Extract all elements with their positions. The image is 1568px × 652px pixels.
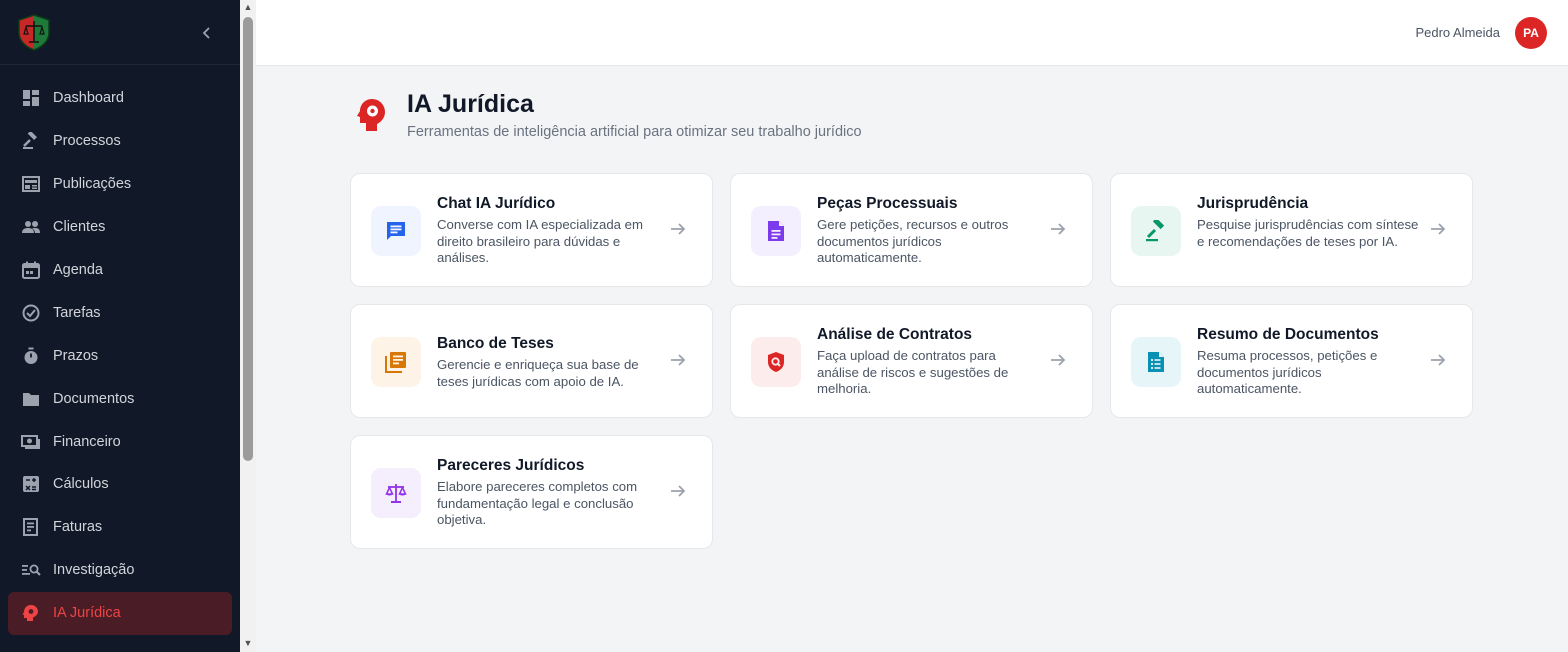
library-books-icon	[371, 337, 421, 387]
sidebar-item-agenda[interactable]: Agenda	[8, 249, 232, 292]
sidebar-item-label: Prazos	[53, 347, 99, 364]
sidebar-item-clientes[interactable]: Clientes	[8, 206, 232, 249]
page-subtitle: Ferramentas de inteligência artificial p…	[407, 124, 862, 140]
card-description: Faça upload de contratos para análise de…	[817, 348, 1009, 396]
gavel-icon	[1131, 206, 1181, 256]
sidebar-item-financeiro[interactable]: Financeiro	[8, 420, 232, 463]
sidebar-item-label: IA Jurídica	[53, 605, 121, 622]
sidebar-item-label: Faturas	[53, 519, 103, 536]
card-description: Resuma processos, petições e documentos …	[1197, 348, 1378, 396]
card-title: Banco de Teses	[437, 335, 554, 352]
sidebar-item-tarefas[interactable]: Tarefas	[8, 291, 232, 334]
arrow-right-icon	[668, 219, 690, 241]
shield-search-icon	[751, 337, 801, 387]
card-description: Pesquise jurisprudências com síntese e r…	[1197, 217, 1419, 249]
scrollbar-thumb[interactable]	[243, 17, 253, 461]
card-title: Peças Processuais	[817, 195, 958, 212]
summarize-icon	[1131, 337, 1181, 387]
sidebar-nav: Dashboard Processos Publicações Clientes…	[8, 77, 232, 635]
top-bar: Pedro Almeida PA	[256, 0, 1568, 66]
card-description: Elabore pareceres completos com fundamen…	[437, 479, 638, 527]
sidebar-item-label: Tarefas	[53, 304, 101, 321]
sidebar-item-label: Clientes	[53, 219, 106, 236]
card-title: Chat IA Jurídico	[437, 195, 556, 212]
scale-icon	[371, 468, 421, 518]
sidebar-item-label: Processos	[53, 133, 121, 150]
card-description: Gerencie e enriqueça sua base de teses j…	[437, 357, 639, 389]
card-title: Pareceres Jurídicos	[437, 457, 585, 474]
avatar[interactable]: PA	[1515, 17, 1547, 49]
psychology-icon	[356, 97, 388, 133]
sidebar-item-calculos[interactable]: Cálculos	[8, 463, 232, 506]
card-text: Análise de Contratos Faça upload de cont…	[817, 325, 1039, 398]
card-text: Peças Processuais Gere petições, recurso…	[817, 194, 1039, 267]
card-title: Jurisprudência	[1197, 195, 1309, 212]
card-title: Resumo de Documentos	[1197, 326, 1379, 343]
page-title: IA Jurídica	[407, 90, 534, 118]
calculator-icon	[21, 474, 41, 494]
sidebar-scrollbar[interactable]: ▲ ▼	[240, 0, 256, 652]
sidebar-item-label: Dashboard	[53, 90, 124, 107]
check-circle-icon	[21, 303, 41, 323]
card-text: Jurisprudência Pesquise jurisprudências …	[1197, 194, 1419, 250]
sidebar-item-dashboard[interactable]: Dashboard	[8, 77, 232, 120]
card-text: Chat IA Jurídico Converse com IA especia…	[437, 194, 659, 267]
document-icon	[751, 206, 801, 256]
folder-icon	[21, 389, 41, 409]
sidebar-item-processos[interactable]: Processos	[8, 120, 232, 163]
sidebar-item-prazos[interactable]: Prazos	[8, 334, 232, 377]
money-icon	[21, 432, 41, 452]
card-chat-ia-juridico[interactable]: Chat IA Jurídico Converse com IA especia…	[350, 173, 713, 287]
sidebar-item-label: Cálculos	[53, 476, 109, 493]
card-banco-de-teses[interactable]: Banco de Teses Gerencie e enriqueça sua …	[350, 304, 713, 418]
card-description: Gere petições, recursos e outros documen…	[817, 217, 1009, 265]
receipt-icon	[21, 517, 41, 537]
logo-shield-icon	[15, 13, 53, 51]
arrow-right-icon	[668, 350, 690, 372]
people-icon	[21, 217, 41, 237]
card-resumo-de-documentos[interactable]: Resumo de Documentos Resuma processos, p…	[1110, 304, 1473, 418]
card-analise-de-contratos[interactable]: Análise de Contratos Faça upload de cont…	[730, 304, 1093, 418]
sidebar-item-ia-juridica[interactable]: IA Jurídica	[8, 591, 232, 635]
arrow-right-icon	[1048, 350, 1070, 372]
sidebar-item-label: Financeiro	[53, 433, 121, 450]
scroll-up-arrow-icon[interactable]: ▲	[243, 2, 253, 12]
card-pecas-processuais[interactable]: Peças Processuais Gere petições, recurso…	[730, 173, 1093, 287]
card-pareceres-juridicos[interactable]: Pareceres Jurídicos Elabore pareceres co…	[350, 435, 713, 549]
card-text: Pareceres Jurídicos Elabore pareceres co…	[437, 456, 659, 529]
sidebar-collapse-button[interactable]	[196, 22, 218, 44]
manage-search-icon	[21, 560, 41, 580]
chevron-left-icon	[202, 27, 210, 39]
sidebar-item-label: Investigação	[53, 562, 135, 579]
card-text: Banco de Teses Gerencie e enriqueça sua …	[437, 334, 659, 390]
arrow-right-icon	[668, 481, 690, 503]
chat-icon	[371, 206, 421, 256]
calendar-icon	[21, 260, 41, 280]
arrow-right-icon	[1048, 219, 1070, 241]
user-name[interactable]: Pedro Almeida	[1415, 25, 1500, 40]
card-description: Converse com IA especializada em direito…	[437, 217, 643, 265]
sidebar-item-documentos[interactable]: Documentos	[8, 377, 232, 420]
card-jurisprudencia[interactable]: Jurisprudência Pesquise jurisprudências …	[1110, 173, 1473, 287]
sidebar-divider	[0, 64, 240, 65]
dashboard-icon	[21, 88, 41, 108]
arrow-right-icon	[1428, 219, 1450, 241]
arrow-right-icon	[1428, 350, 1450, 372]
sidebar-item-label: Publicações	[53, 176, 132, 193]
sidebar-item-label: Documentos	[53, 390, 135, 407]
card-title: Análise de Contratos	[817, 326, 973, 343]
sidebar-item-publicacoes[interactable]: Publicações	[8, 163, 232, 206]
sidebar-item-label: Agenda	[53, 262, 103, 278]
sidebar: Dashboard Processos Publicações Clientes…	[0, 0, 240, 652]
scroll-down-arrow-icon[interactable]: ▼	[243, 638, 253, 648]
stopwatch-icon	[21, 346, 41, 366]
gavel-icon	[21, 131, 41, 151]
card-text: Resumo de Documentos Resuma processos, p…	[1197, 325, 1419, 398]
newspaper-icon	[21, 174, 41, 194]
psychology-icon	[21, 603, 41, 623]
sidebar-item-faturas[interactable]: Faturas	[8, 506, 232, 549]
sidebar-item-investigacao[interactable]: Investigação	[8, 549, 232, 592]
